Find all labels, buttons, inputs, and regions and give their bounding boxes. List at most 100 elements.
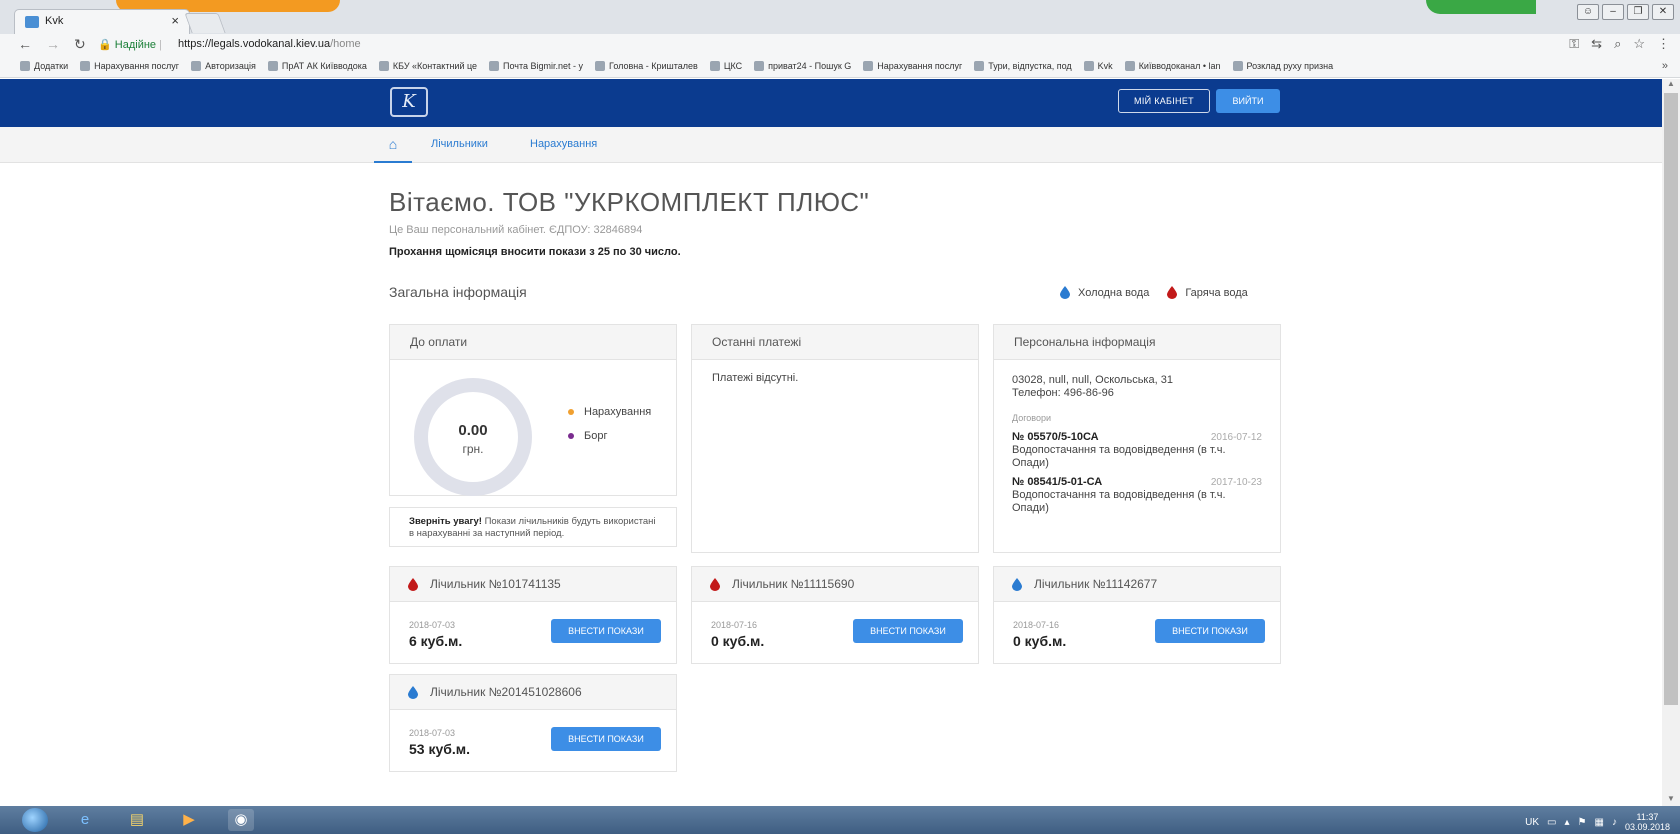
submit-reading-button[interactable]: ВНЕСТИ ПОКАЗИ	[853, 619, 963, 643]
minimize-icon[interactable]: –	[1602, 4, 1624, 20]
meter-value: 53 куб.м.	[409, 741, 471, 757]
bookmark-icon	[1083, 61, 1094, 71]
bookmark-label: Київводоканал • lan	[1138, 61, 1221, 71]
meter-value: 0 куб.м.	[711, 633, 765, 649]
bookmark-item[interactable]: Розклад руху призна	[1232, 61, 1334, 71]
system-tray: UK ▭ ▴ ⚑ ▦ ♪ 11:37 03.09.2018	[1525, 812, 1670, 832]
close-window-icon[interactable]: ✕	[1652, 4, 1674, 20]
payment-card-title: До оплати	[390, 325, 676, 360]
bookmark-item[interactable]: Головна - Кришталев	[595, 61, 698, 71]
last-payments-title: Останні платежі	[692, 325, 978, 360]
water-legend: Холодна вода Гаряча вода	[1060, 286, 1248, 299]
window-controls: ☺ – ❐ ✕	[1577, 4, 1674, 20]
scroll-thumb[interactable]	[1664, 93, 1678, 705]
flag-icon[interactable]: ⚑	[1578, 817, 1587, 828]
network-icon[interactable]: ▦	[1595, 817, 1604, 828]
menu-icon[interactable]: ⋮	[1657, 36, 1670, 52]
bookmark-item[interactable]: Kvk	[1083, 61, 1113, 71]
bookmark-label: Додатки	[34, 61, 69, 71]
bookmark-item[interactable]: Почта Bigmir.net - у	[489, 61, 583, 71]
home-icon[interactable]: ⌂	[374, 127, 412, 163]
bookmark-item[interactable]: приват24 - Пошук G	[754, 61, 851, 71]
nav-charges[interactable]: Нарахування	[530, 138, 597, 150]
bookmark-item[interactable]: ЦКС	[709, 61, 742, 71]
legend-hot-label: Гаряча вода	[1185, 286, 1248, 299]
secure-indicator[interactable]: 🔒 Надійне |	[98, 38, 162, 51]
bookmark-icon	[1124, 61, 1135, 71]
tab-close-icon[interactable]: ×	[171, 13, 179, 28]
tray-expand-icon[interactable]: ▴	[1565, 817, 1570, 828]
bookmark-label: приват24 - Пошук G	[768, 61, 852, 71]
bookmark-item[interactable]: Київводоканал • lan	[1124, 61, 1221, 71]
bookmark-icon	[267, 61, 278, 71]
profile-icon[interactable]: ☺	[1577, 4, 1599, 20]
bookmark-item[interactable]: Авторизація	[191, 61, 256, 71]
sub-navigation: ⌂ Лічильники Нарахування	[0, 127, 1662, 163]
bookmarks-more[interactable]: »	[1662, 60, 1668, 72]
page-title: Вітаємо. ТОВ "УКРКОМПЛЕКТ ПЛЮС"	[389, 187, 870, 217]
payment-currency: грн.	[462, 442, 484, 456]
meter-card: Лічильник №201451028606 2018-07-03 53 ку…	[389, 674, 677, 772]
url-input[interactable]: https://legals.vodokanal.kiev.ua/home	[178, 38, 361, 50]
bookmark-item[interactable]: Тури, відпустка, под	[974, 61, 1072, 71]
my-cabinet-button[interactable]: МІЙ КАБІНЕТ	[1118, 89, 1210, 113]
bookmark-label: Авторизація	[205, 61, 256, 71]
submit-reading-button[interactable]: ВНЕСТИ ПОКАЗИ	[551, 727, 661, 751]
maximize-icon[interactable]: ❐	[1627, 4, 1649, 20]
personal-info-title: Персональна інформація	[994, 325, 1280, 360]
attention-bold: Зверніть увагу!	[409, 516, 482, 527]
bookmark-icon	[863, 61, 874, 71]
payment-amount: 0.00	[458, 422, 488, 439]
new-tab-button[interactable]	[184, 13, 226, 33]
bookmark-item[interactable]: ПрАТ АК Київводока	[267, 61, 367, 71]
bookmarks-bar: Додатки Нарахування послуг Авторизація ПрАТ…	[0, 56, 1680, 78]
bookmark-label: ПрАТ АК Київводока	[281, 61, 367, 71]
meter-card: Лічильник №11115690 2018-07-16 0 куб.м. …	[691, 566, 979, 664]
media-player-icon[interactable]: ▶	[176, 809, 202, 831]
logout-button[interactable]: ВИЙТИ	[1216, 89, 1280, 113]
meter-card: Лічильник №11142677 2018-07-16 0 куб.м. …	[993, 566, 1281, 664]
submit-reading-button[interactable]: ВНЕСТИ ПОКАЗИ	[551, 619, 661, 643]
clock[interactable]: 11:37 03.09.2018	[1625, 812, 1670, 832]
browser-tab[interactable]: Kvk ×	[14, 9, 190, 34]
meter-title: Лічильник №11115690	[732, 577, 855, 591]
back-icon[interactable]: ←	[18, 36, 32, 53]
explorer-icon[interactable]: ▤	[124, 809, 150, 831]
scroll-down-icon[interactable]: ▼	[1662, 794, 1680, 806]
meter-title: Лічильник №201451028606	[430, 685, 582, 699]
decorative-green-shape	[1426, 0, 1536, 14]
keyboard-icon[interactable]: ▭	[1547, 817, 1556, 828]
scroll-up-icon[interactable]: ▲	[1662, 79, 1680, 91]
hot-water-drop-icon	[408, 577, 418, 591]
language-indicator[interactable]: UK	[1525, 817, 1539, 828]
hot-water-drop-icon	[710, 577, 720, 591]
bookmark-label: Розклад руху призна	[1246, 61, 1334, 71]
volume-icon[interactable]: ♪	[1612, 817, 1617, 828]
submit-reading-button[interactable]: ВНЕСТИ ПОКАЗИ	[1155, 619, 1265, 643]
bookmark-icon	[754, 61, 765, 71]
page-scrollbar[interactable]: ▲ ▼	[1662, 79, 1680, 806]
zoom-icon[interactable]: ⌕	[1614, 36, 1621, 52]
ie-icon[interactable]: e	[72, 809, 98, 831]
bookmark-item[interactable]: КБУ «Контактний це	[378, 61, 477, 71]
bookmark-item[interactable]: Додатки	[20, 61, 68, 71]
page-viewport: K МІЙ КАБІНЕТ ВИЙТИ ⌂ Лічильники Нарахув…	[0, 79, 1662, 806]
start-button[interactable]	[22, 808, 48, 832]
logo[interactable]: K	[390, 87, 428, 117]
reading-notice: Прохання щомісяця вносити покази з 25 по…	[389, 246, 681, 258]
address: 03028, null, null, Оскольська, 31	[1012, 374, 1173, 386]
reload-icon[interactable]: ↻	[74, 36, 86, 53]
forward-icon[interactable]: →	[46, 36, 60, 53]
key-icon[interactable]: ⚿	[1569, 36, 1579, 52]
cold-water-drop-icon	[1060, 286, 1070, 299]
bookmark-item[interactable]: Нарахування послуг	[863, 61, 962, 71]
bookmark-item[interactable]: Нарахування послуг	[80, 61, 179, 71]
cold-water-drop-icon	[408, 685, 418, 699]
nav-meters[interactable]: Лічильники	[431, 138, 488, 150]
translate-icon[interactable]: ⇆	[1591, 36, 1602, 52]
meter-date: 2018-07-16	[711, 620, 758, 630]
tab-title: Kvk	[45, 15, 64, 27]
meter-date: 2018-07-16	[1013, 620, 1060, 630]
chrome-icon[interactable]: ◉	[228, 809, 254, 831]
star-icon[interactable]: ☆	[1633, 36, 1645, 52]
